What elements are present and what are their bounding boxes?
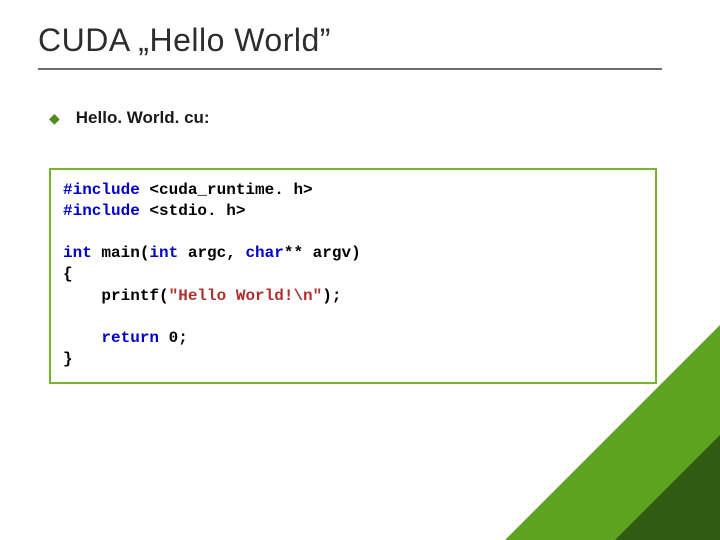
code-text: <cuda_runtime. h> xyxy=(140,181,313,199)
keyword: #include xyxy=(63,181,140,199)
bullet-item: ◆ Hello. World. cu: xyxy=(49,108,210,128)
code-line: #include <cuda_runtime. h> xyxy=(63,180,643,201)
title-underline xyxy=(38,68,662,70)
bullet-text: Hello. World. cu: xyxy=(76,108,210,128)
slide: CUDA „Hello World” ◆ Hello. World. cu: #… xyxy=(0,0,720,540)
code-text: ); xyxy=(322,287,341,305)
corner-decoration-dark xyxy=(615,435,720,540)
code-text xyxy=(63,329,101,347)
code-line: int main(int argc, char** argv) xyxy=(63,243,643,264)
code-text: 0; xyxy=(159,329,188,347)
code-text: main( xyxy=(92,244,150,262)
code-line: #include <stdio. h> xyxy=(63,201,643,222)
slide-title: CUDA „Hello World” xyxy=(38,22,331,59)
code-text: <stdio. h> xyxy=(140,202,246,220)
code-line: { xyxy=(63,264,643,285)
code-line: printf("Hello World!\n"); xyxy=(63,286,643,307)
keyword: #include xyxy=(63,202,140,220)
keyword: int xyxy=(63,244,92,262)
keyword: char xyxy=(245,244,283,262)
diamond-bullet-icon: ◆ xyxy=(49,110,60,127)
code-blank-line xyxy=(63,222,643,243)
code-text: ** argv) xyxy=(284,244,361,262)
code-text: argc, xyxy=(178,244,245,262)
code-text: printf( xyxy=(63,287,169,305)
keyword: int xyxy=(149,244,178,262)
string-literal: "Hello World!\n" xyxy=(169,287,323,305)
keyword: return xyxy=(101,329,159,347)
